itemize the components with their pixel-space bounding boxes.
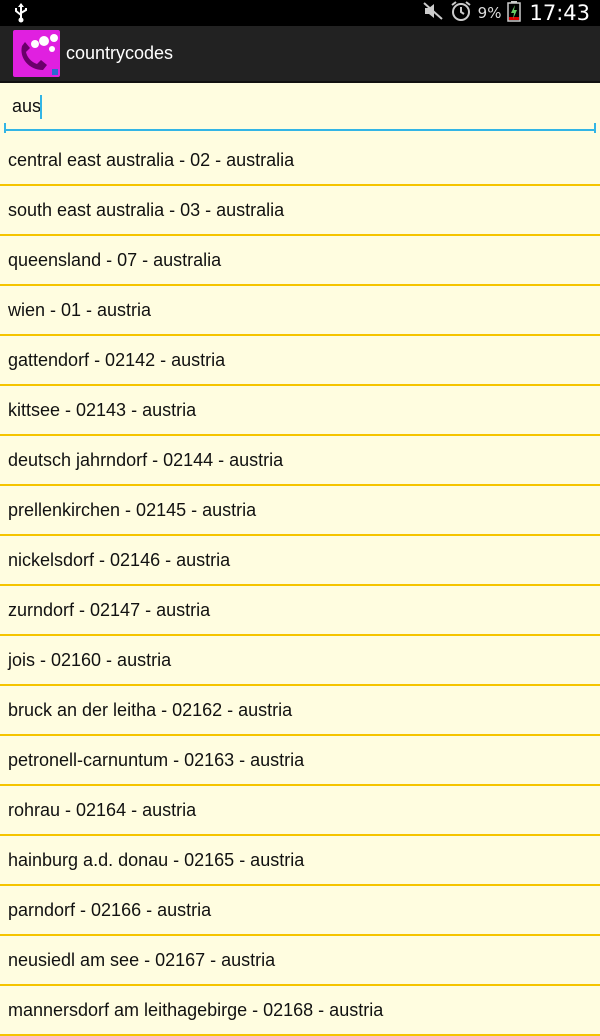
search-underline-right-edge xyxy=(594,123,596,133)
app-title: countrycodes xyxy=(66,43,174,63)
list-item[interactable]: wien - 01 - austria xyxy=(0,286,600,336)
list-item[interactable]: zurndorf - 02147 - austria xyxy=(0,586,600,636)
results-list: central east australia - 02 - australia s… xyxy=(0,136,600,1036)
action-bar: countrycodes xyxy=(0,26,600,83)
list-item[interactable]: gattendorf - 02142 - austria xyxy=(0,336,600,386)
alarm-icon xyxy=(450,0,472,27)
list-item[interactable]: central east australia - 02 - australia xyxy=(0,136,600,186)
list-item[interactable]: petronell-carnuntum - 02163 - austria xyxy=(0,736,600,786)
battery-charging-icon xyxy=(507,0,522,27)
list-item[interactable]: mannersdorf am leithagebirge - 02168 - a… xyxy=(0,986,600,1036)
clock: 17:43 xyxy=(529,1,590,25)
list-item[interactable]: kittsee - 02143 - austria xyxy=(0,386,600,436)
list-item[interactable]: deutsch jahrndorf - 02144 - austria xyxy=(0,436,600,486)
usb-icon xyxy=(12,3,30,28)
list-item[interactable]: parndorf - 02166 - austria xyxy=(0,886,600,936)
list-item[interactable]: bruck an der leitha - 02162 - austria xyxy=(0,686,600,736)
search-bar xyxy=(0,83,600,136)
list-item[interactable]: hainburg a.d. donau - 02165 - austria xyxy=(0,836,600,886)
list-item[interactable]: queensland - 07 - australia xyxy=(0,236,600,286)
list-item[interactable]: south east australia - 03 - australia xyxy=(0,186,600,236)
text-cursor xyxy=(40,95,42,119)
list-item[interactable]: nickelsdorf - 02146 - austria xyxy=(0,536,600,586)
list-item[interactable]: rohrau - 02164 - austria xyxy=(0,786,600,836)
app-logo-icon[interactable] xyxy=(13,30,60,77)
status-bar: 9% 17:43 xyxy=(0,0,600,26)
list-item[interactable]: neusiedl am see - 02167 - austria xyxy=(0,936,600,986)
list-item[interactable]: prellenkirchen - 02145 - austria xyxy=(0,486,600,536)
status-icons: 9% 17:43 xyxy=(416,0,590,26)
search-input[interactable] xyxy=(4,83,596,131)
mute-icon xyxy=(422,1,444,26)
list-item[interactable]: jois - 02160 - austria xyxy=(0,636,600,686)
battery-percent: 9% xyxy=(477,4,502,22)
search-underline-left-edge xyxy=(4,123,6,133)
